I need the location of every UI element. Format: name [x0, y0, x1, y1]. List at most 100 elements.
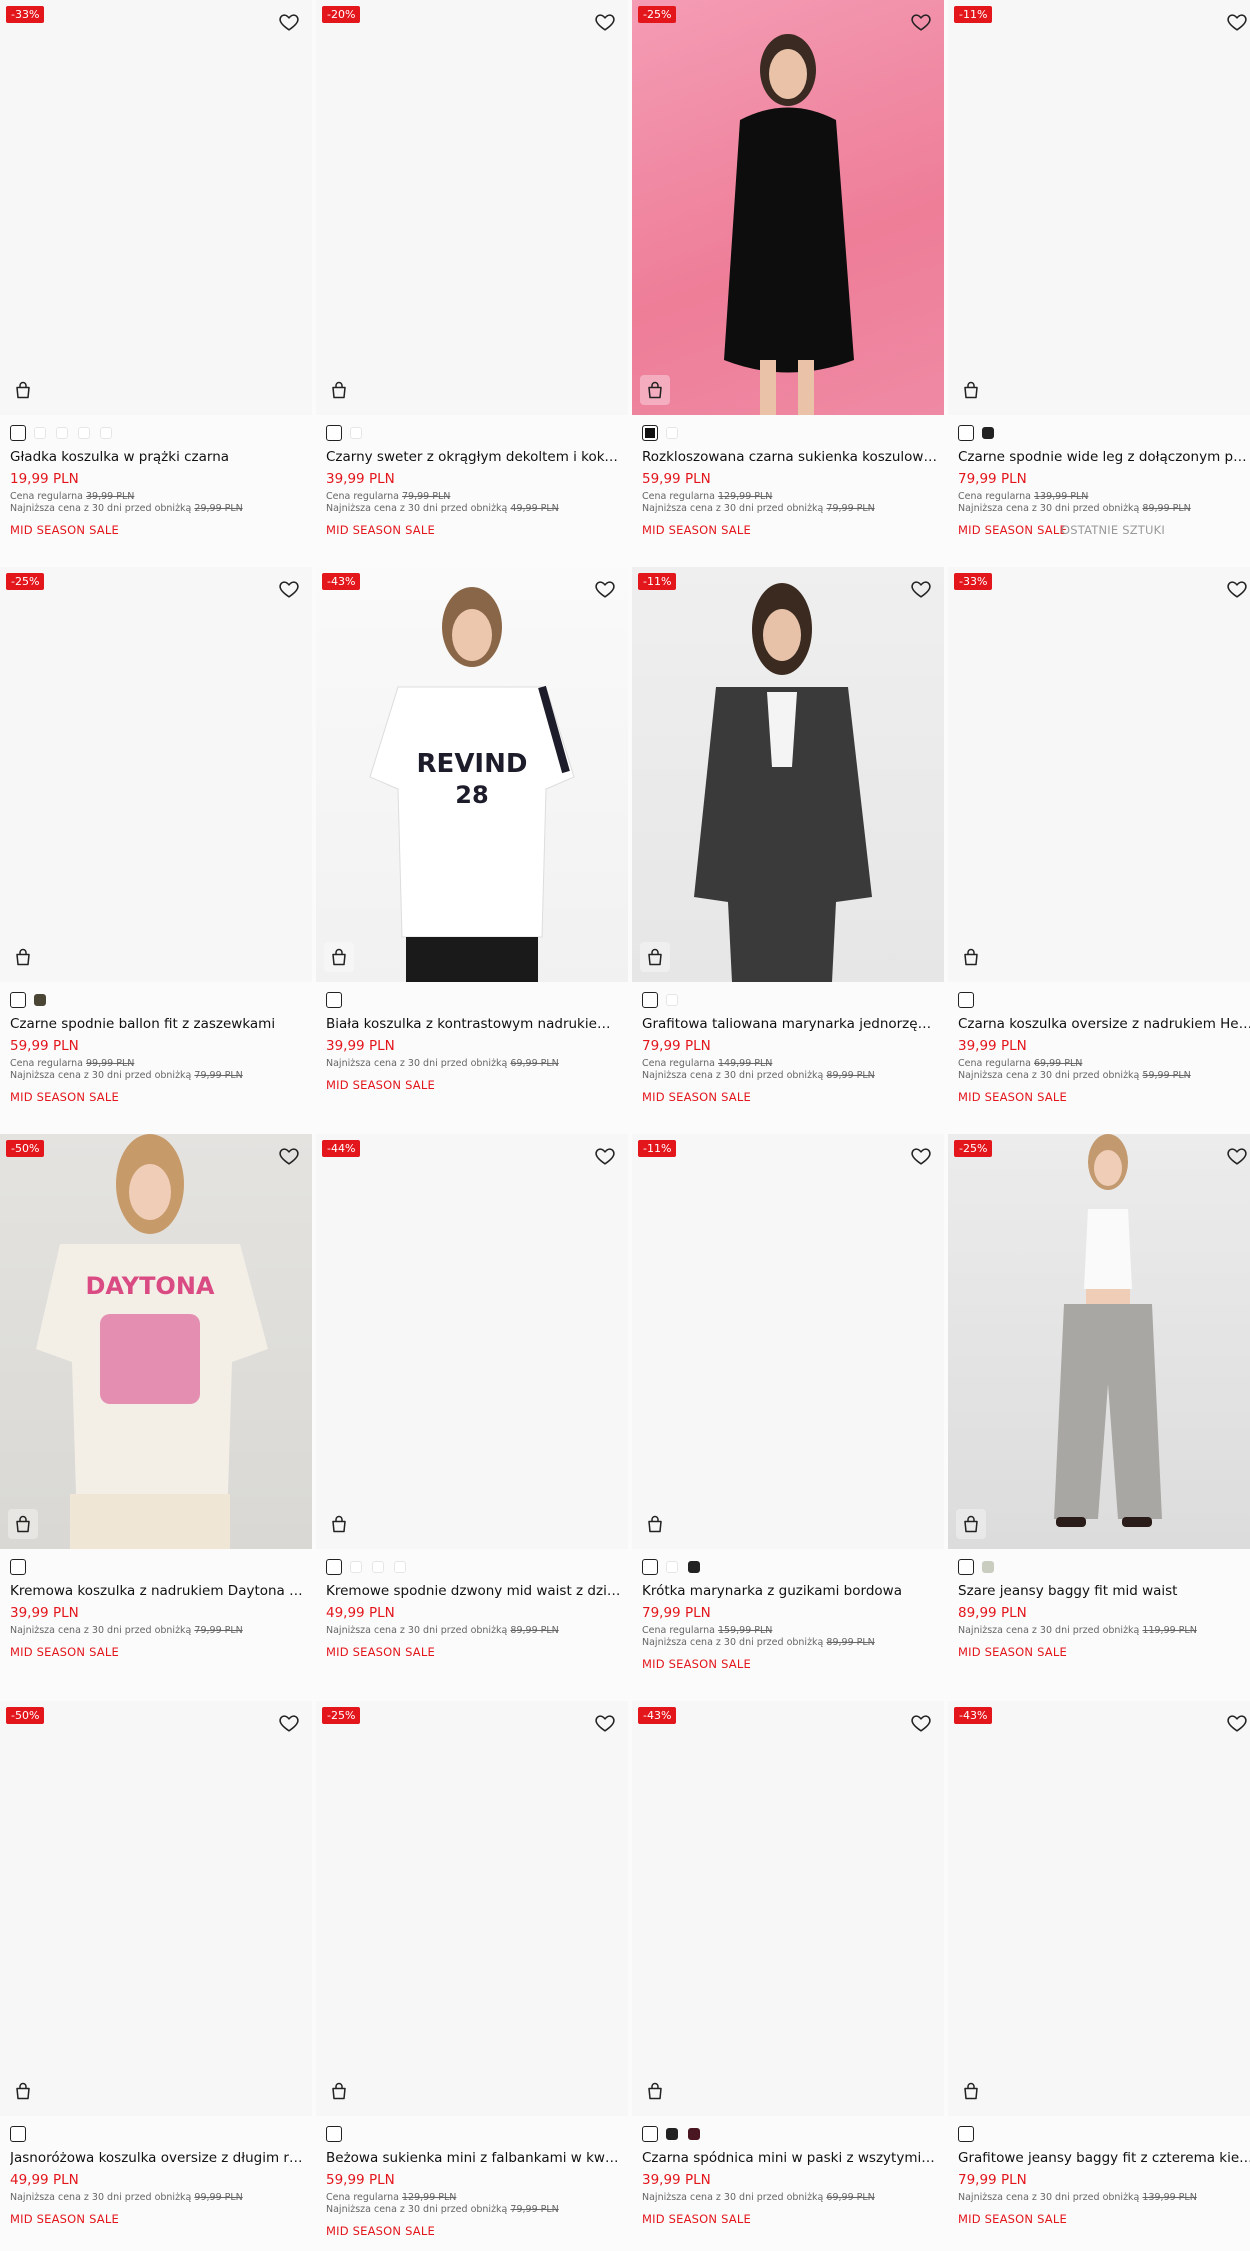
- product-card[interactable]: -11% Krótka marynarka z guzikami bordowa 7…: [632, 1134, 944, 1701]
- product-name[interactable]: Szare jeansy baggy fit mid waist: [958, 1583, 1250, 1600]
- color-swatch[interactable]: [666, 994, 678, 1006]
- shopping-bag-icon[interactable]: [324, 2076, 354, 2106]
- color-swatch[interactable]: [666, 427, 678, 439]
- color-swatch[interactable]: [326, 1559, 342, 1575]
- color-swatch[interactable]: [34, 994, 46, 1006]
- heart-icon[interactable]: [910, 11, 932, 33]
- color-swatch[interactable]: [56, 427, 68, 439]
- color-swatch[interactable]: [958, 1559, 974, 1575]
- product-image[interactable]: -33%: [948, 567, 1250, 982]
- shopping-bag-icon[interactable]: [8, 2076, 38, 2106]
- product-image[interactable]: -11%: [632, 567, 944, 982]
- heart-icon[interactable]: [1226, 1145, 1248, 1167]
- product-name[interactable]: Czarne spodnie wide leg z dołączonym pas…: [958, 449, 1250, 466]
- product-image[interactable]: -25%: [948, 1134, 1250, 1549]
- shopping-bag-icon[interactable]: [956, 375, 986, 405]
- product-name[interactable]: Gładka koszulka w prążki czarna: [10, 449, 306, 466]
- shopping-bag-icon[interactable]: [640, 942, 670, 972]
- product-name[interactable]: Czarny sweter z okrągłym dekoltem i koka…: [326, 449, 622, 466]
- color-swatch[interactable]: [10, 425, 26, 441]
- heart-icon[interactable]: [910, 1145, 932, 1167]
- color-swatch[interactable]: [642, 425, 658, 441]
- product-image[interactable]: -43%: [632, 1701, 944, 2116]
- product-card[interactable]: -25% Beżowa sukienka mini z falbankami w …: [316, 1701, 628, 2251]
- color-swatch[interactable]: [642, 2126, 658, 2142]
- product-card[interactable]: -33% Gładka koszulka w prążki czarna 19,99…: [0, 0, 312, 567]
- product-card[interactable]: -11% Grafitowa taliowana marynarka jednor…: [632, 567, 944, 1134]
- color-swatch[interactable]: [982, 427, 994, 439]
- heart-icon[interactable]: [278, 1712, 300, 1734]
- shopping-bag-icon[interactable]: [324, 375, 354, 405]
- product-name[interactable]: Rozkloszowana czarna sukienka koszulowa …: [642, 449, 938, 466]
- heart-icon[interactable]: [594, 1712, 616, 1734]
- heart-icon[interactable]: [278, 11, 300, 33]
- product-name[interactable]: Grafitowe jeansy baggy fit z czterema ki…: [958, 2150, 1250, 2167]
- color-swatch[interactable]: [958, 992, 974, 1008]
- product-image[interactable]: -20%: [316, 0, 628, 415]
- product-card[interactable]: -33% Czarna koszulka oversize z nadrukiem…: [948, 567, 1250, 1134]
- product-name[interactable]: Beżowa sukienka mini z falbankami w kwia…: [326, 2150, 622, 2167]
- product-image[interactable]: -44%: [316, 1134, 628, 1549]
- product-image[interactable]: -11%: [948, 0, 1250, 415]
- product-name[interactable]: Czarne spodnie ballon fit z zaszewkami: [10, 1016, 306, 1033]
- color-swatch[interactable]: [982, 1561, 994, 1573]
- shopping-bag-icon[interactable]: [956, 2076, 986, 2106]
- product-image[interactable]: REVIND 28 -43%: [316, 567, 628, 982]
- product-name[interactable]: Czarna spódnica mini w paski z wszytymi …: [642, 2150, 938, 2167]
- product-image[interactable]: -50%: [0, 1701, 312, 2116]
- color-swatch[interactable]: [326, 992, 342, 1008]
- product-card[interactable]: -43% Czarna spódnica mini w paski z wszyt…: [632, 1701, 944, 2251]
- heart-icon[interactable]: [910, 578, 932, 600]
- product-name[interactable]: Jasnoróżowa koszulka oversize z długim r…: [10, 2150, 306, 2167]
- shopping-bag-icon[interactable]: [640, 2076, 670, 2106]
- color-swatch[interactable]: [326, 2126, 342, 2142]
- heart-icon[interactable]: [594, 11, 616, 33]
- shopping-bag-icon[interactable]: [8, 942, 38, 972]
- shopping-bag-icon[interactable]: [324, 942, 354, 972]
- shopping-bag-icon[interactable]: [956, 1509, 986, 1539]
- color-swatch[interactable]: [642, 992, 658, 1008]
- shopping-bag-icon[interactable]: [640, 1509, 670, 1539]
- product-name[interactable]: Grafitowa taliowana marynarka jednorzędo…: [642, 1016, 938, 1033]
- color-swatch[interactable]: [10, 992, 26, 1008]
- color-swatch[interactable]: [642, 1559, 658, 1575]
- color-swatch[interactable]: [34, 427, 46, 439]
- shopping-bag-icon[interactable]: [8, 1509, 38, 1539]
- product-card[interactable]: -43% Grafitowe jeansy baggy fit z czterem…: [948, 1701, 1250, 2251]
- heart-icon[interactable]: [594, 1145, 616, 1167]
- product-image[interactable]: DAYTONA -50%: [0, 1134, 312, 1549]
- color-swatch[interactable]: [78, 427, 90, 439]
- color-swatch[interactable]: [666, 2128, 678, 2140]
- heart-icon[interactable]: [1226, 1712, 1248, 1734]
- shopping-bag-icon[interactable]: [640, 375, 670, 405]
- heart-icon[interactable]: [1226, 578, 1248, 600]
- color-swatch[interactable]: [394, 1561, 406, 1573]
- shopping-bag-icon[interactable]: [324, 1509, 354, 1539]
- product-name[interactable]: Kremowe spodnie dzwony mid waist z dzian…: [326, 1583, 622, 1600]
- product-card[interactable]: -50% Jasnoróżowa koszulka oversize z dług…: [0, 1701, 312, 2251]
- product-image[interactable]: -25%: [632, 0, 944, 415]
- product-image[interactable]: -11%: [632, 1134, 944, 1549]
- product-name[interactable]: Kremowa koszulka z nadrukiem Daytona 500: [10, 1583, 306, 1600]
- color-swatch[interactable]: [350, 427, 362, 439]
- color-swatch[interactable]: [350, 1561, 362, 1573]
- color-swatch[interactable]: [958, 2126, 974, 2142]
- shopping-bag-icon[interactable]: [8, 375, 38, 405]
- product-card[interactable]: DAYTONA -50% Kremowa koszulka z nadrukiem …: [0, 1134, 312, 1701]
- heart-icon[interactable]: [1226, 11, 1248, 33]
- color-swatch[interactable]: [666, 1561, 678, 1573]
- heart-icon[interactable]: [278, 578, 300, 600]
- product-card[interactable]: -44% Kremowe spodnie dzwony mid waist z d…: [316, 1134, 628, 1701]
- color-swatch[interactable]: [10, 1559, 26, 1575]
- shopping-bag-icon[interactable]: [956, 942, 986, 972]
- color-swatch[interactable]: [372, 1561, 384, 1573]
- product-image[interactable]: -25%: [0, 567, 312, 982]
- color-swatch[interactable]: [688, 1561, 700, 1573]
- color-swatch[interactable]: [100, 427, 112, 439]
- heart-icon[interactable]: [910, 1712, 932, 1734]
- color-swatch[interactable]: [10, 2126, 26, 2142]
- heart-icon[interactable]: [594, 578, 616, 600]
- product-image[interactable]: -25%: [316, 1701, 628, 2116]
- color-swatch[interactable]: [688, 2128, 700, 2140]
- product-name[interactable]: Biała koszulka z kontrastowym nadrukiem …: [326, 1016, 622, 1033]
